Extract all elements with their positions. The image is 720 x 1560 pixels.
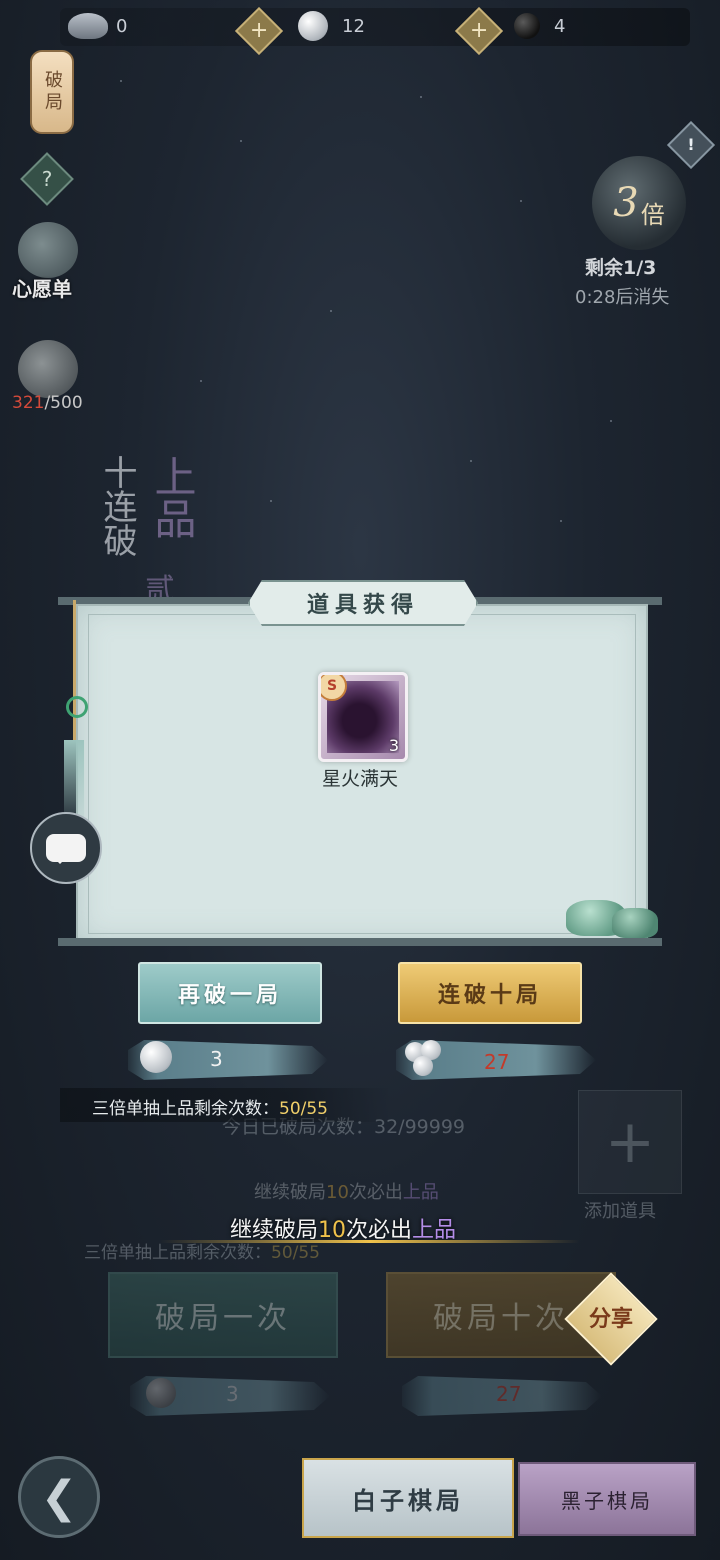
item-quantity: 3 xyxy=(388,736,399,755)
white-stone-count: 12 xyxy=(342,15,365,37)
warning-button[interactable]: ! xyxy=(666,120,716,170)
guarantee-number: 10 xyxy=(326,1182,349,1203)
single-cost: 3 xyxy=(226,1382,239,1406)
multiplier-timer: 0:28后消失 xyxy=(575,287,670,308)
banner-vertical-text: 十连破 xyxy=(97,455,137,557)
lantern-badge[interactable]: 破局 xyxy=(30,50,74,134)
tab-white-board[interactable]: 白子棋局 xyxy=(302,1458,514,1538)
ingot-count: 0 xyxy=(116,15,128,37)
chat-button[interactable] xyxy=(30,812,102,884)
black-stone-resource: 4 xyxy=(514,8,565,44)
tab-black-board[interactable]: 黑子棋局 xyxy=(518,1462,696,1536)
ten-cost: 27 xyxy=(496,1382,522,1406)
retry-ten-button[interactable]: 连破十局 xyxy=(398,962,582,1024)
plus-icon: + xyxy=(249,18,269,43)
quota-text: 三倍单抽上品剩余次数：50/55 xyxy=(92,1094,328,1119)
pearls-icon xyxy=(405,1038,445,1078)
back-arrow-icon: ❮ xyxy=(40,1471,78,1523)
item-name: 星火满天 xyxy=(321,768,398,790)
add-item-label: 添加道具 xyxy=(584,1201,656,1222)
black-stone-icon xyxy=(514,13,540,39)
tea-jar-icon xyxy=(612,908,658,938)
chat-icon xyxy=(46,834,86,864)
wishlist-label[interactable]: 心愿单 xyxy=(12,273,72,302)
question-icon: ? xyxy=(41,167,53,191)
exclamation-icon: ! xyxy=(687,135,695,154)
guarantee-prefix: 继续破局 xyxy=(254,1182,326,1203)
main-quota-value: 50/55 xyxy=(271,1243,320,1263)
stone-icon xyxy=(146,1378,176,1408)
tassel-ornament xyxy=(64,600,88,830)
dialog-title-plate: 道具获得 xyxy=(248,580,478,626)
multiplier-value: 3 xyxy=(613,180,639,226)
white-stone-icon xyxy=(298,11,328,41)
add-item-button[interactable]: + xyxy=(578,1090,682,1194)
ingot-resource: 0 xyxy=(68,8,127,44)
guarantee-middle: 次必出 xyxy=(348,1182,403,1203)
back-button[interactable]: ❮ xyxy=(18,1456,100,1538)
pearl-icon xyxy=(140,1041,172,1073)
bag-max: /500 xyxy=(44,393,83,413)
ten-cost: 27 xyxy=(484,1050,510,1074)
share-label: 分享 xyxy=(588,1306,633,1332)
retry-cost: 3 xyxy=(210,1047,223,1071)
bag-capacity: 321/500 xyxy=(12,393,83,413)
break-once-button[interactable]: 破局一次 xyxy=(108,1272,338,1358)
add-ingot-button[interactable]: + xyxy=(234,6,284,56)
guarantee-quality: 上品 xyxy=(402,1182,439,1203)
quota-label: 三倍单抽上品剩余次数： xyxy=(92,1099,279,1119)
ingot-icon xyxy=(68,13,108,39)
main-quota-label: 三倍单抽上品剩余次数： xyxy=(84,1243,271,1263)
dialog-title: 道具获得 xyxy=(306,592,419,618)
bag-icon[interactable] xyxy=(18,340,78,398)
retry-one-button[interactable]: 再破一局 xyxy=(138,962,322,1024)
plus-icon: + xyxy=(469,18,489,43)
bag-current: 321 xyxy=(12,393,45,413)
reward-item-card[interactable]: S 3 xyxy=(318,672,408,762)
resource-bar xyxy=(60,8,690,46)
black-stone-count: 4 xyxy=(554,15,566,37)
multiplier-unit: 倍 xyxy=(640,200,665,229)
multiplier-remaining: 剩余1/3 xyxy=(585,257,657,279)
help-button[interactable]: ? xyxy=(20,152,74,206)
quota-value: 50/55 xyxy=(279,1099,328,1119)
add-white-stone-button[interactable]: + xyxy=(454,6,504,56)
wishlist-icon[interactable] xyxy=(18,222,78,278)
multiplier-orb: 3倍 xyxy=(592,156,686,250)
guarantee-glow xyxy=(160,1240,580,1243)
dialog-bottom-rod xyxy=(58,938,662,946)
plus-icon: + xyxy=(604,1107,656,1177)
banner-upper-text: 上品 xyxy=(148,455,197,539)
white-stone-resource: 12 xyxy=(298,8,365,44)
guarantee-text-shadow: 继续破局10次必出上品 xyxy=(254,1178,439,1204)
